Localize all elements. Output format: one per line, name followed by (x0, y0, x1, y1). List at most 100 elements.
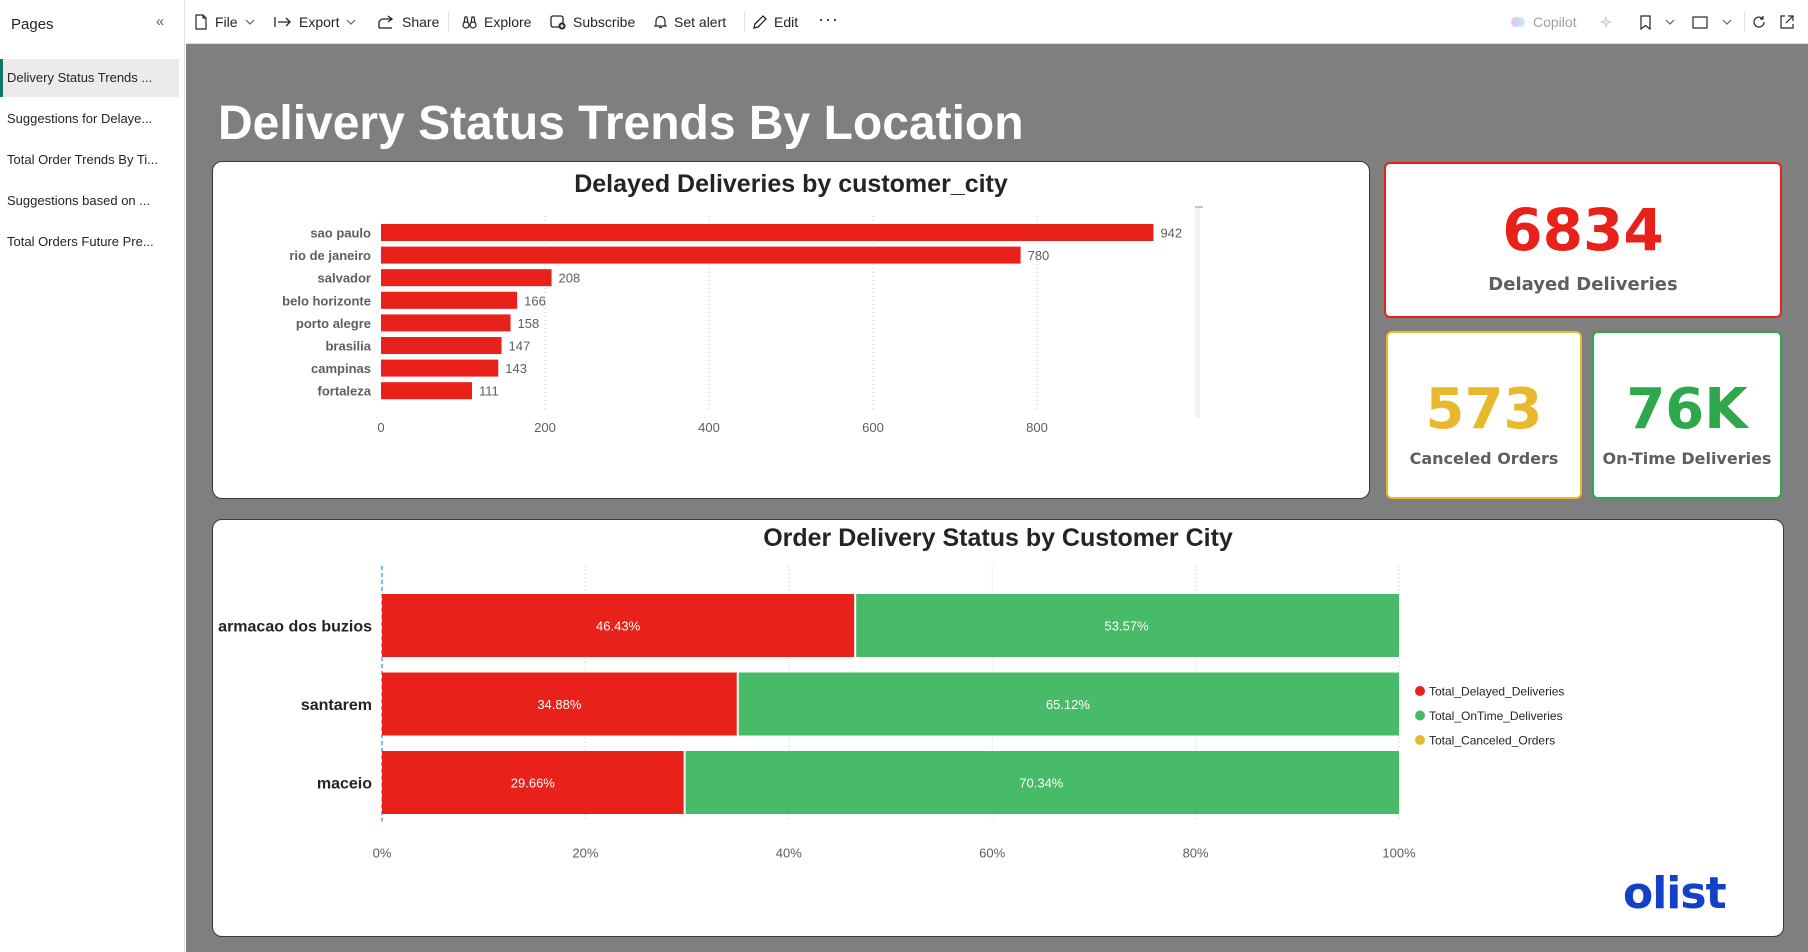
bar (381, 359, 499, 377)
page-tab-future-predictions[interactable]: Total Orders Future Pre... (0, 223, 179, 261)
data-label: 942 (1160, 226, 1182, 241)
data-label: 65.12% (1046, 697, 1091, 712)
delivery-status-by-city-visual[interactable]: Order Delivery Status by Customer City 0… (212, 519, 1784, 937)
legend-marker (1415, 735, 1425, 745)
pages-pane: Pages « Delivery Status Trends ... Sugge… (0, 0, 185, 952)
bell-icon (654, 15, 667, 29)
page-tab-suggestions-based[interactable]: Suggestions based on ... (0, 182, 179, 220)
more-options-icon[interactable]: ··· (818, 8, 839, 30)
category-label: rio de janeiro (289, 248, 371, 263)
refresh-icon[interactable] (1752, 11, 1773, 33)
legend-marker (1415, 710, 1425, 721)
legend-label: Total_Canceled_Orders (1429, 734, 1555, 748)
olist-logo: olist (1623, 868, 1727, 919)
category-label: salvador (318, 271, 371, 286)
kpi-canceled-label: Canceled Orders (1409, 449, 1559, 468)
data-label: 70.34% (1019, 776, 1064, 791)
kpi-canceled-card[interactable]: 573 Canceled Orders (1386, 331, 1582, 499)
fullscreen-icon[interactable] (1780, 11, 1801, 33)
kpi-delayed-value: 6834 (1502, 196, 1664, 264)
export-icon (274, 17, 291, 27)
bookmark-icon (1640, 14, 1651, 30)
data-label: 143 (505, 361, 527, 376)
data-label: 34.88% (537, 697, 582, 712)
chevron-down-icon (347, 19, 356, 25)
category-label: brasilia (325, 339, 371, 354)
delivery-status-by-city-chart: 0% 20% 40% 60% 80% 100% armacao dos buzios 46.4… (218, 566, 1564, 861)
data-label: 111 (479, 384, 499, 399)
toolbar-divider (1744, 12, 1745, 32)
report-title: Delivery Status Trends By Location (218, 97, 1024, 150)
scrollbar-thumb (1195, 206, 1203, 208)
legend-marker (1415, 686, 1425, 696)
kpi-ontime-card[interactable]: 76K On-Time Deliveries (1592, 331, 1782, 499)
category-label: armacao dos buzios (218, 619, 372, 636)
bar (381, 382, 473, 400)
binoculars-icon (462, 15, 477, 29)
toolbar-divider (744, 12, 745, 32)
delayed-by-city-visual[interactable]: Delayed Deliveries by customer_city 0 200… (212, 161, 1370, 499)
share-button[interactable]: Share (378, 11, 439, 33)
subscribe-icon (550, 14, 566, 29)
explore-label: Explore (484, 14, 532, 30)
report-canvas: Delivery Status Trends By Location Delay… (186, 44, 1808, 952)
page-tab-total-order-trends[interactable]: Total Order Trends By Ti... (0, 141, 179, 179)
data-label: 29.66% (511, 776, 556, 791)
data-label: 158 (518, 316, 540, 331)
edit-label: Edit (774, 14, 799, 30)
edit-button[interactable]: Edit (752, 11, 798, 33)
chevron-down-icon (245, 19, 254, 25)
view-icon (1692, 15, 1708, 29)
file-icon (195, 14, 207, 30)
x-tick-label: 0% (373, 846, 392, 861)
copilot-label: Copilot (1533, 14, 1577, 30)
chevron-down-icon (1722, 19, 1732, 25)
kpi-ontime-value: 76K (1626, 377, 1748, 442)
kpi-ontime-label: On-Time Deliveries (1602, 449, 1772, 468)
bar (381, 337, 502, 354)
scrollbar-track (1195, 206, 1200, 418)
page-tab-suggestions-delayed[interactable]: Suggestions for Delaye... (0, 100, 179, 138)
collapse-pane-icon[interactable]: « (150, 12, 170, 32)
category-label: sao paulo (310, 226, 371, 241)
x-tick-label: 400 (698, 420, 720, 435)
data-label: 166 (524, 293, 546, 308)
set-alert-button[interactable]: Set alert (654, 11, 726, 33)
pencil-icon (753, 14, 767, 29)
category-label: porto alegre (296, 316, 371, 331)
x-tick-label: 0 (377, 420, 384, 435)
category-label: belo horizonte (282, 293, 371, 308)
subscribe-button[interactable]: Subscribe (550, 11, 635, 33)
share-icon (378, 15, 394, 29)
data-label: 147 (509, 339, 531, 354)
share-label: Share (402, 14, 440, 30)
toolbar-divider (448, 12, 449, 32)
kpi-delayed-card[interactable]: 6834 Delayed Deliveries (1384, 162, 1782, 318)
x-tick-label: 80% (1183, 846, 1209, 861)
kpi-canceled-value: 573 (1425, 377, 1543, 442)
chevron-down-icon (1665, 19, 1675, 25)
category-label: maceio (317, 776, 372, 793)
delayed-by-city-chart: 0 200 400 600 800 sao paulo 942 rio de janeiro 7… (282, 206, 1203, 435)
page-tab-delivery-status[interactable]: Delivery Status Trends ... (0, 59, 179, 97)
bookmark-button[interactable] (1640, 11, 1675, 33)
set-alert-label: Set alert (674, 14, 727, 30)
bar (381, 269, 552, 287)
bar (381, 314, 511, 332)
sparkle-icon[interactable] (1600, 11, 1619, 33)
x-tick-label: 60% (979, 846, 1005, 861)
explore-button[interactable]: Explore (462, 11, 531, 33)
category-label: santarem (301, 697, 372, 714)
export-label: Export (299, 14, 340, 30)
category-label: fortaleza (318, 384, 372, 399)
category-label: campinas (311, 361, 371, 376)
view-button[interactable] (1692, 11, 1732, 33)
file-menu-button[interactable]: File (194, 11, 255, 33)
x-tick-label: 100% (1382, 846, 1416, 861)
bar (381, 246, 1021, 264)
file-label: File (215, 14, 238, 30)
copilot-button[interactable]: Copilot (1510, 11, 1577, 33)
legend-label: Total_Delayed_Deliveries (1429, 685, 1564, 699)
bar (381, 224, 1154, 241)
export-menu-button[interactable]: Export (274, 11, 356, 33)
